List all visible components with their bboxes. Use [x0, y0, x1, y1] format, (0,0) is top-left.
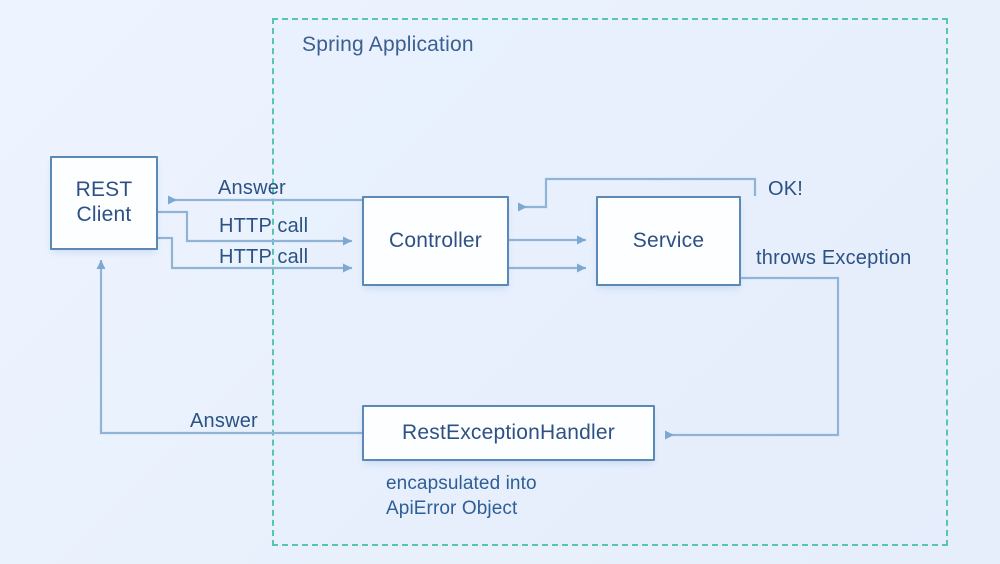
node-rest-client-label-line2: Client [76, 203, 132, 226]
edge-label-answer-top: Answer [218, 177, 286, 199]
node-rest-client-label: REST Client [76, 178, 133, 228]
node-rest-exception-handler[interactable]: RestExceptionHandler [362, 405, 655, 461]
diagram-canvas: Spring Application REST Client Controlle… [0, 0, 1000, 564]
edge-label-answer-bottom: Answer [190, 410, 258, 432]
edge-exception-handler-to-client-answer [96, 260, 362, 435]
node-rest-client[interactable]: REST Client [50, 156, 158, 250]
edge-label-ok: OK! [768, 178, 804, 200]
edge-label-http-call-2: HTTP call [219, 246, 309, 268]
node-service-label: Service [632, 228, 705, 252]
node-rest-exception-handler-label: RestExceptionHandler [402, 420, 615, 444]
edge-label-http-call-1: HTTP call [219, 215, 309, 237]
node-controller-label: Controller [388, 228, 483, 252]
note-encapsulated-into-apierror: encapsulated into ApiError Object [386, 473, 537, 520]
edge-label-throws-exception: throws Exception [756, 247, 912, 269]
node-service[interactable]: Service [596, 196, 741, 286]
node-controller[interactable]: Controller [362, 196, 509, 286]
edge-service-to-exception-handler [665, 276, 840, 440]
node-rest-client-label-line1: REST [75, 178, 133, 202]
